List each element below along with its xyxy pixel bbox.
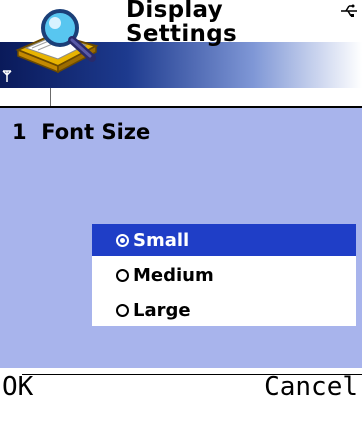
setting-index: 1 — [12, 120, 27, 144]
title-line-2: Settings — [126, 21, 237, 47]
page-title: Display Settings — [126, 0, 326, 46]
signal-antenna-icon — [2, 70, 12, 82]
ok-softkey[interactable]: OK — [2, 372, 33, 402]
usb-connection-icon — [341, 4, 357, 17]
radio-empty-icon — [116, 303, 129, 317]
option-label: Large — [133, 299, 191, 321]
cancel-softkey[interactable]: Cancel — [264, 372, 358, 402]
title-line-1: Display — [126, 0, 223, 23]
magnifier-over-book-icon — [15, 9, 99, 74]
radio-empty-icon — [116, 268, 129, 282]
font-size-options: Small Medium Large — [92, 224, 356, 326]
option-label: Small — [133, 229, 190, 251]
option-label: Medium — [133, 264, 214, 286]
option-small[interactable]: Small — [92, 224, 356, 256]
option-medium[interactable]: Medium — [92, 259, 356, 291]
title-bar: Display Settings — [0, 0, 362, 88]
radio-selected-icon — [116, 233, 129, 247]
option-large[interactable]: Large — [92, 294, 356, 326]
setting-name: Font Size — [41, 120, 151, 144]
header-divider — [50, 88, 51, 106]
setting-label: 1 Font Size — [12, 120, 150, 144]
